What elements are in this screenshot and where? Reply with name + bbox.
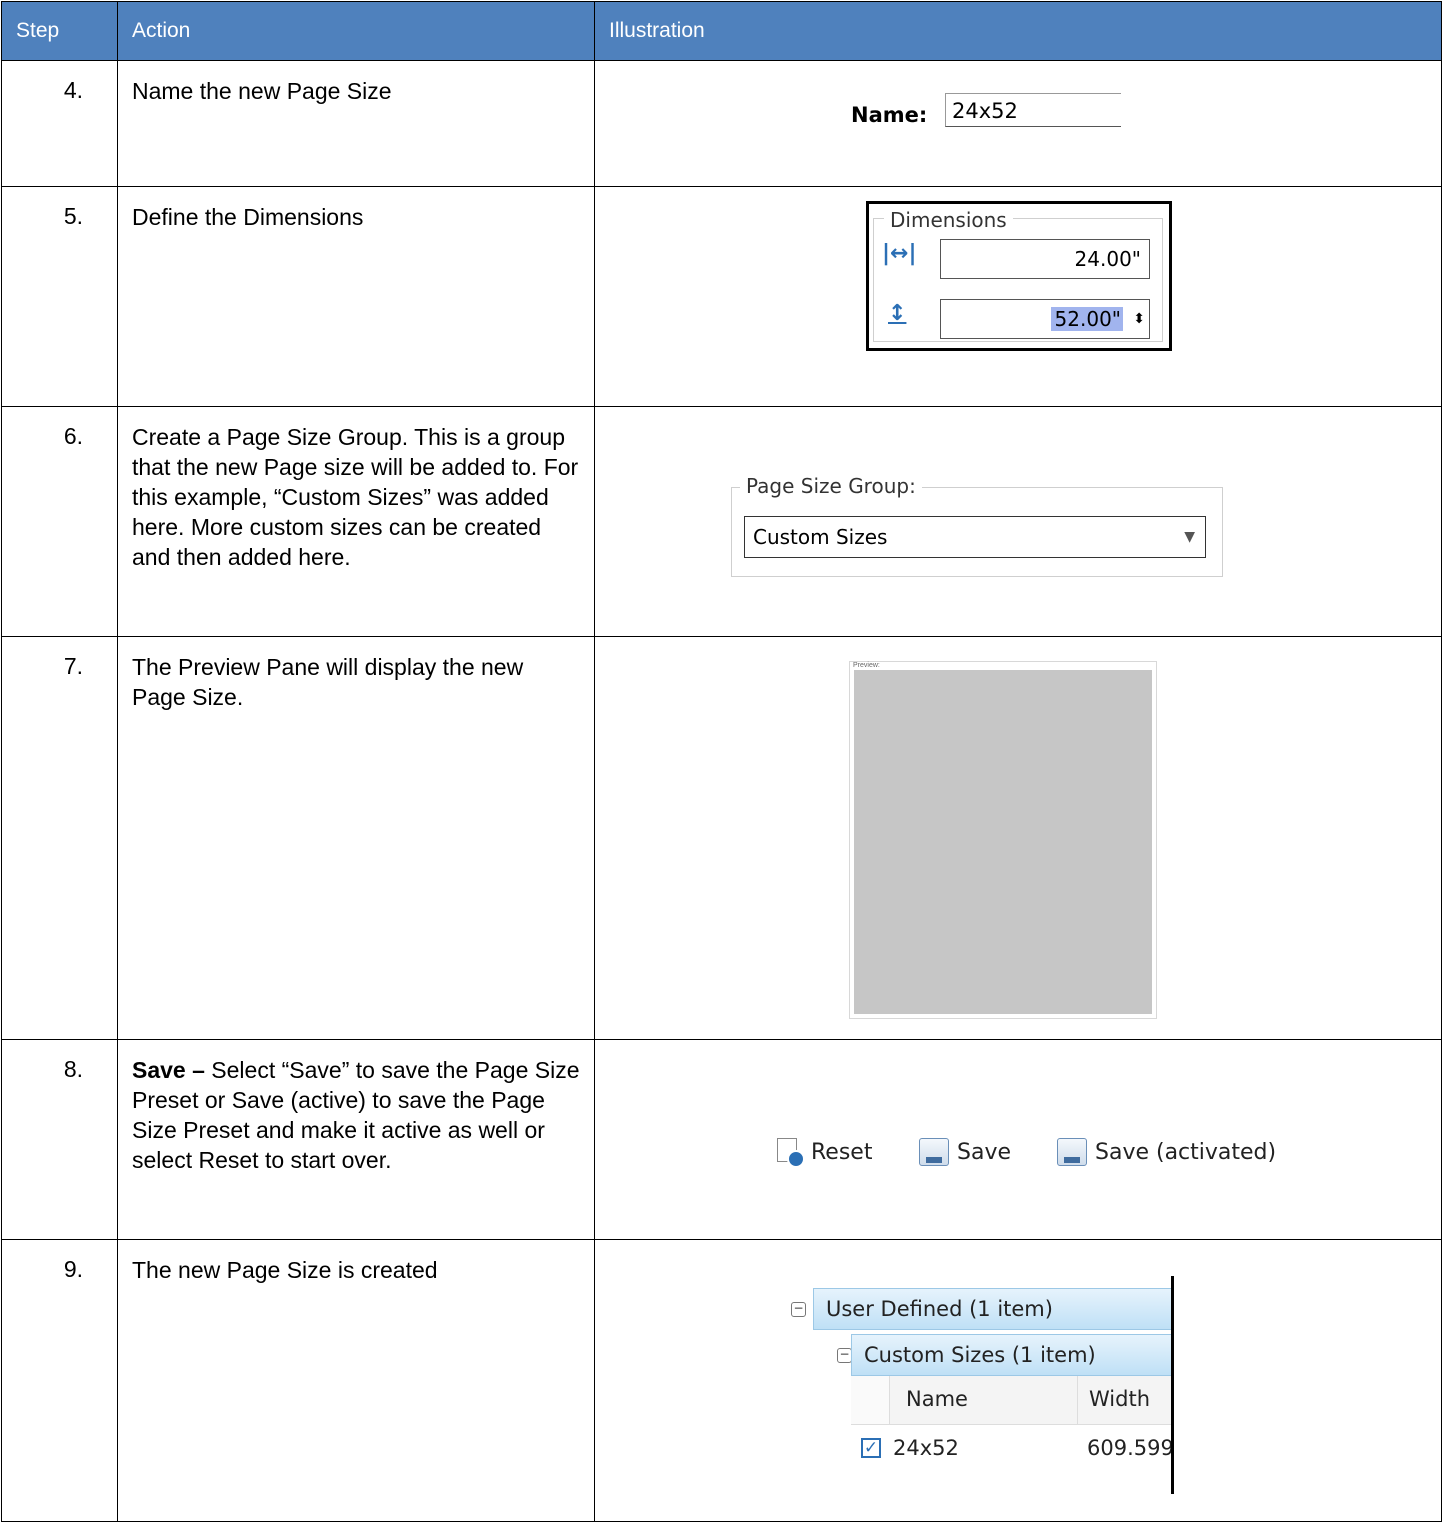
illustration-preview: Preview: [594, 636, 1442, 1040]
save-icon [919, 1138, 949, 1166]
dimensions-group: Dimensions |↔| 24.00" ↕ 52.00" ⬍ [873, 208, 1163, 342]
step-number: 4. [1, 60, 118, 187]
step-number: 7. [1, 636, 118, 1040]
reset-button[interactable]: Reset [775, 1138, 873, 1168]
step-row-6: 6. Create a Page Size Group. This is a g… [1, 406, 1442, 637]
column-header-width[interactable]: Width [1089, 1387, 1150, 1411]
header-action: Action [117, 1, 595, 61]
step-action: Save – Select “Save” to save the Page Si… [117, 1039, 595, 1240]
name-label: Name: [851, 103, 928, 127]
header-row: Step Action Illustration [1, 1, 1442, 61]
preview-label: Preview: [853, 662, 880, 669]
step-action: The Preview Pane will display the new Pa… [117, 636, 595, 1040]
save-button[interactable]: Save [919, 1138, 1011, 1166]
step-action: The new Page Size is created [117, 1239, 595, 1522]
step-action-bold: Save – [132, 1057, 205, 1083]
step-row-8: 8. Save – Select “Save” to save the Page… [1, 1039, 1442, 1240]
name-input[interactable]: 24x52 [945, 93, 1121, 127]
step-row-9: 9. The new Page Size is created − User D… [1, 1239, 1442, 1522]
dimensions-legend: Dimensions [884, 208, 1013, 232]
page-size-group-value: Custom Sizes [753, 525, 888, 549]
step-row-7: 7. The Preview Pane will display the new… [1, 636, 1442, 1040]
illustration-dimensions: Dimensions |↔| 24.00" ↕ 52.00" ⬍ [594, 186, 1442, 407]
spinner-icon[interactable]: ⬍ [1133, 300, 1145, 338]
row-width: 609.599 [1087, 1436, 1174, 1460]
illustration-page-size-group: Page Size Group: Custom Sizes ▼ [594, 406, 1442, 637]
step-action: Name the new Page Size [117, 60, 595, 187]
step-number: 5. [1, 186, 118, 407]
preview-page [854, 670, 1152, 1014]
active-checkbox[interactable]: ✓ [861, 1438, 881, 1458]
steps-table: Step Action Illustration 4. Name the new… [1, 1, 1442, 1522]
dimensions-panel: Dimensions |↔| 24.00" ↕ 52.00" ⬍ [866, 201, 1172, 351]
chevron-down-icon: ▼ [1184, 529, 1195, 545]
step-action: Create a Page Size Group. This is a grou… [117, 406, 595, 637]
page-size-group-legend: Page Size Group: [740, 474, 922, 498]
step-row-5: 5. Define the Dimensions Dimensions |↔| … [1, 186, 1442, 407]
preview-pane: Preview: [849, 661, 1157, 1019]
save-activated-button[interactable]: Save (activated) [1057, 1138, 1276, 1166]
save-label: Save [957, 1139, 1012, 1165]
divider [1171, 1276, 1174, 1494]
reset-icon [775, 1138, 805, 1168]
page-size-group-select[interactable]: Custom Sizes ▼ [744, 516, 1206, 558]
step-number: 9. [1, 1239, 118, 1522]
group-custom-sizes[interactable]: Custom Sizes (1 item) [851, 1334, 1171, 1376]
reset-label: Reset [811, 1139, 873, 1165]
save-activated-label: Save (activated) [1095, 1139, 1277, 1165]
page-size-group-frame: Page Size Group: Custom Sizes ▼ [731, 474, 1223, 577]
height-value: 52.00" [1050, 307, 1123, 331]
header-step: Step [1, 1, 118, 61]
step-action: Define the Dimensions [117, 186, 595, 407]
step-number: 8. [1, 1039, 118, 1240]
row-name: 24x52 [893, 1436, 959, 1460]
step-row-4: 4. Name the new Page Size Name: 24x52 [1, 60, 1442, 187]
header-illustration: Illustration [594, 1, 1442, 61]
column-header-row: Name Width [851, 1376, 1171, 1425]
width-arrows-icon: |↔| [882, 241, 917, 266]
height-field[interactable]: 52.00" ⬍ [940, 299, 1150, 339]
height-arrows-icon: ↕ [888, 301, 907, 326]
save-icon [1057, 1138, 1087, 1166]
column-header-name[interactable]: Name [906, 1387, 968, 1411]
illustration-name: Name: 24x52 [594, 60, 1442, 187]
width-field[interactable]: 24.00" [940, 239, 1150, 279]
step-number: 6. [1, 406, 118, 637]
illustration-tree: − User Defined (1 item) − Custom Sizes (… [594, 1239, 1442, 1522]
illustration-buttons: Reset Save Save (activated) [594, 1039, 1442, 1240]
collapse-icon[interactable]: − [791, 1302, 806, 1317]
collapse-icon[interactable]: − [837, 1348, 852, 1363]
group-user-defined[interactable]: User Defined (1 item) [813, 1288, 1171, 1330]
